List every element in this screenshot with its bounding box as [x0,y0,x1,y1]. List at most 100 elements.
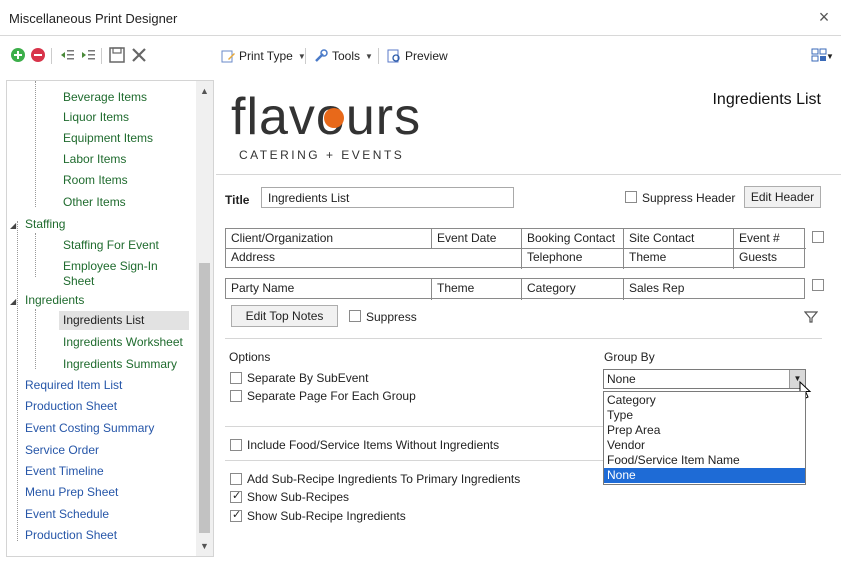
tree-item[interactable]: Ingredients Worksheet [63,335,183,350]
tree-item[interactable]: Event Costing Summary [25,421,154,436]
indent-left-icon[interactable] [58,46,76,64]
dropdown-option[interactable]: Type [604,408,805,423]
dropdown-option[interactable]: Food/Service Item Name [604,453,805,468]
edit-top-notes-button[interactable]: Edit Top Notes [231,305,338,327]
tree-item[interactable]: Liquor Items [63,110,129,125]
tools-button[interactable]: Tools ▼ [313,46,373,66]
tree-group-ingredients[interactable]: Ingredients [25,293,84,308]
suppress-label: Suppress [366,310,417,324]
tree-item[interactable]: Required Item List [25,378,122,393]
tree-item[interactable]: Production Sheet [25,528,117,543]
delete-icon[interactable] [130,46,148,64]
separate-page-checkbox[interactable] [230,390,242,402]
print-type-label: Print Type [239,49,293,63]
tree-item[interactable]: Labor Items [63,152,126,167]
grid-cell[interactable]: Category [524,279,579,297]
grid-cell[interactable]: Address [228,248,278,266]
tree-item[interactable]: Production Sheet [25,399,117,414]
save-icon[interactable] [108,46,126,64]
divider [216,174,841,175]
tree-item-selected[interactable]: Ingredients List [59,311,189,330]
add-sub-recipe-checkbox[interactable] [230,473,242,485]
show-sub-recipe-ingredients-checkbox[interactable] [230,508,242,522]
dropdown-option[interactable]: Category [604,393,805,408]
chevron-down-icon: ▼ [365,51,373,61]
grid-cell[interactable]: Theme [434,279,477,297]
grid-cell[interactable]: Booking Contact [524,229,618,247]
tree-item[interactable]: Other Items [63,195,126,210]
toolbar-separator [51,48,52,64]
include-food-checkbox[interactable] [230,439,242,451]
dropdown-option[interactable]: Vendor [604,438,805,453]
grid-cell[interactable]: Party Name [228,279,297,297]
title-input[interactable] [261,187,514,208]
divider [225,460,605,461]
grid-cell[interactable]: Guests [736,248,780,266]
tree-item[interactable]: Service Order [25,443,99,458]
grid-line [431,229,432,248]
grid-line [431,279,432,300]
group-by-label: Group By [604,350,655,364]
tree-item[interactable]: Room Items [63,173,128,188]
tree-item[interactable]: Staffing For Event [63,238,159,253]
party-fields-grid: Party Name Theme Category Sales Rep [225,278,805,300]
tree-item[interactable]: Event Timeline [25,464,104,479]
grid-line [521,229,522,269]
show-sub-recipes-checkbox[interactable] [230,489,242,503]
filter-icon[interactable] [804,310,818,324]
grid-cell[interactable]: Client/Organization [228,229,336,247]
grid2-checkbox[interactable] [812,279,824,291]
grid-cell[interactable]: Event Date [434,229,499,247]
preview-icon [387,49,400,63]
tree-connector [35,233,36,277]
toolbar-separator [101,48,102,64]
preview-label: Preview [405,49,448,63]
window-title: Miscellaneous Print Designer [9,11,178,26]
tree-item[interactable]: Ingredients Summary [63,357,177,372]
report-tree-panel: Beverage Items Liquor Items Equipment It… [6,80,214,557]
suppress-notes-checkbox[interactable] [349,310,361,322]
indent-right-icon[interactable] [79,46,97,64]
scroll-down-icon[interactable]: ▼ [196,538,213,554]
dropdown-option-selected[interactable]: None [604,468,805,483]
close-icon[interactable]: × [813,6,835,28]
separate-page-label: Separate Page For Each Group [247,389,416,403]
print-type-button[interactable]: Print Type ▼ [220,46,306,66]
remove-icon[interactable] [29,46,47,64]
svg-text:CATERING + EVENTS: CATERING + EVENTS [239,148,404,162]
grid1-checkbox[interactable] [812,231,824,243]
scroll-up-icon[interactable]: ▲ [196,83,213,99]
tree-item[interactable]: Beverage Items [63,90,147,105]
tree-item[interactable]: Employee Sign-In Sheet [63,259,183,289]
tree-scrollbar[interactable]: ▲ ▼ [196,81,213,556]
separate-by-subevent-checkbox[interactable] [230,372,242,384]
grid-cell[interactable]: Theme [626,248,669,266]
options-heading: Options [229,350,271,364]
preview-button[interactable]: Preview [386,46,448,66]
suppress-header-checkbox[interactable] [625,191,637,203]
flavours-logo: flavours CATERING + EVENTS [231,88,420,162]
toolbar: Print Type ▼ Tools ▼ Preview ▼ [0,36,841,74]
grid-cell[interactable]: Sales Rep [626,279,687,297]
dropdown-option[interactable]: Prep Area [604,423,805,438]
tree-item[interactable]: Event Schedule [25,507,109,522]
chevron-down-icon[interactable]: ▼ [826,46,834,66]
tree-group-staffing[interactable]: Staffing [25,217,65,232]
show-sub-recipe-ingredients-label: Show Sub-Recipe Ingredients [247,509,406,523]
tree-item[interactable]: Equipment Items [63,131,153,146]
grid-cell[interactable]: Telephone [524,248,585,266]
collapse-arrow-icon[interactable]: ◢ [10,297,16,306]
scrollbar-thumb[interactable] [199,263,210,533]
edit-header-button[interactable]: Edit Header [744,186,821,208]
add-icon[interactable] [9,46,27,64]
tree-item[interactable]: Menu Prep Sheet [25,485,118,500]
collapse-arrow-icon[interactable]: ◢ [10,221,16,230]
show-sub-recipes-label: Show Sub-Recipes [247,490,350,504]
grid-cell[interactable]: Site Contact [626,229,697,247]
group-by-select[interactable]: None ▼ [603,369,806,389]
grid-line [623,229,624,269]
tree-connector [17,221,18,541]
grid-line [623,279,624,300]
add-sub-recipe-label: Add Sub-Recipe Ingredients To Primary In… [247,472,521,486]
grid-cell[interactable]: Event # [736,229,783,247]
